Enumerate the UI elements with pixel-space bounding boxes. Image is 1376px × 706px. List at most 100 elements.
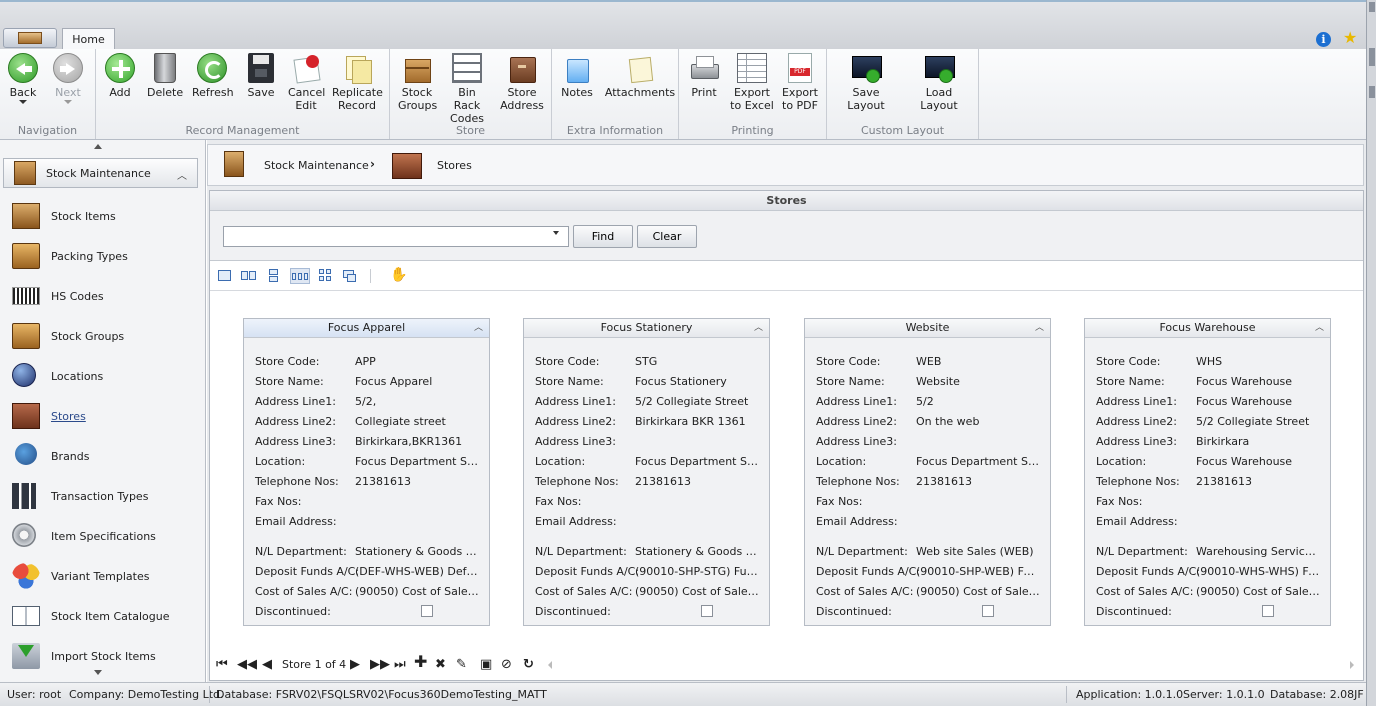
store-card-title[interactable]: Focus Apparel ︿ [244,319,489,338]
cancel-edit-icon [291,53,321,83]
nav-item-variant-templates[interactable]: Variant Templates [10,561,200,591]
nav-item-brands[interactable]: Brands [10,441,200,471]
store-address-button[interactable]: Store Address [500,53,544,112]
field-value: Birkirkara,BKR1361 [355,435,463,448]
customize-view-icon[interactable] [341,268,359,284]
delete-record-icon[interactable]: ✖ [435,658,446,672]
load-layout-button[interactable]: Load Layout [907,53,971,112]
export-excel-button[interactable]: Export to Excel [729,53,775,112]
chevron-down-icon[interactable] [553,231,559,235]
field-label: Address Line1: [535,395,616,408]
save-record-icon[interactable]: ▣ [480,658,492,672]
discontinued-checkbox[interactable] [421,605,433,617]
field-value: WHS [1196,355,1223,368]
export-pdf-button[interactable]: Export to PDF [779,53,821,112]
chevron-up-icon[interactable]: ︿ [1315,319,1324,337]
search-input[interactable] [223,226,569,247]
replicate-record-button[interactable]: Replicate Record [332,53,383,112]
application-menu-button[interactable] [3,28,57,48]
print-button[interactable]: Print [687,53,721,99]
field-row-name: Store Name: Focus Warehouse [1096,375,1322,389]
store-card[interactable]: Focus Warehouse ︿ Store Code: WHS Store Name… [1084,318,1331,626]
next-record-icon[interactable]: ▶ [350,658,360,672]
horizontal-scrollbar[interactable] [548,659,1354,671]
printer-icon [689,53,719,83]
stacked-view-icon[interactable] [265,268,283,284]
save-button[interactable]: Save [244,53,278,99]
nav-item-import-stock-items[interactable]: Import Stock Items [10,641,200,671]
star-icon[interactable]: ★ [1343,29,1357,47]
tab-home[interactable]: Home [62,28,115,51]
group-label: Store [455,124,486,137]
add-button[interactable]: Add [104,53,136,99]
last-record-icon[interactable]: ⏭ [394,658,406,672]
store-card[interactable]: Focus Apparel ︿ Store Code: APP Store Name: F… [243,318,490,626]
field-row-discontinued: Discontinued: [255,605,481,619]
field-label: Email Address: [535,515,617,528]
store-card-title[interactable]: Website ︿ [805,319,1050,338]
nav-item-stock-item-catalogue[interactable]: Stock Item Catalogue [10,601,200,631]
store-card[interactable]: Focus Stationery ︿ Store Code: STG Store Nam… [523,318,770,626]
two-column-view-icon[interactable] [240,268,258,284]
store-card-title[interactable]: Focus Stationery ︿ [524,319,769,338]
discontinued-checkbox[interactable] [982,605,994,617]
back-button[interactable]: Back [8,53,38,104]
nav-item-locations[interactable]: Locations [10,361,200,391]
field-row-email: Email Address: [255,515,481,529]
scroll-right-icon[interactable] [1350,661,1354,669]
field-value: Focus Apparel [355,375,433,388]
nav-item-item-specifications[interactable]: Item Specifications [10,521,200,551]
notes-button[interactable]: Notes [560,53,594,99]
field-row-fax: Fax Nos: [255,495,481,509]
field-value: (90050) Cost of Sales a/c [1196,585,1320,598]
grid-view-icon[interactable] [316,268,334,284]
field-row-fax: Fax Nos: [1096,495,1322,509]
edit-record-icon[interactable]: ✎ [456,658,467,672]
chevron-down-icon[interactable] [64,100,72,104]
discontinued-checkbox[interactable] [1262,605,1274,617]
refresh-button[interactable]: Refresh [192,53,234,99]
hand-pan-icon[interactable]: ✋ [390,267,407,285]
delete-button[interactable]: Delete [147,53,183,99]
scroll-up-icon[interactable] [94,144,102,149]
info-icon[interactable]: i [1316,32,1331,47]
add-record-icon[interactable]: ✚ [414,654,427,670]
clear-button[interactable]: Clear [637,225,697,248]
nav-item-stores[interactable]: Stores [10,401,200,431]
nav-item-transaction-types[interactable]: Transaction Types [10,481,200,511]
previous-page-icon[interactable]: ◀◀ [237,658,257,672]
chevron-down-icon[interactable] [19,100,27,104]
nav-item-stock-items[interactable]: Stock Items [10,201,200,231]
attachments-button[interactable]: Attachments [604,53,676,99]
nav-item-stock-groups[interactable]: Stock Groups [10,321,200,351]
multi-column-view-icon[interactable] [290,268,310,284]
cancel-record-icon[interactable]: ⊘ [501,658,512,672]
chevron-up-icon[interactable]: ︿ [754,319,763,337]
chevron-up-icon[interactable]: ︿ [1035,319,1044,337]
right-scroll-strip[interactable] [1366,0,1376,706]
nav-group-header[interactable]: Stock Maintenance ︿ [3,158,198,188]
first-record-icon[interactable]: ⏮ [216,658,228,672]
discontinued-checkbox[interactable] [701,605,713,617]
scroll-down-icon[interactable] [94,670,102,675]
next-button[interactable]: Next [53,53,83,104]
scroll-left-icon[interactable] [548,661,552,669]
group-label: Navigation [17,124,78,137]
next-page-icon[interactable]: ▶▶ [370,658,390,672]
cancel-edit-button[interactable]: Cancel Edit [288,53,325,112]
nav-item-hs-codes[interactable]: HS Codes [10,281,200,311]
chevron-up-icon[interactable]: ︿ [177,167,187,182]
find-button[interactable]: Find [573,225,633,248]
store-card-title[interactable]: Focus Warehouse ︿ [1085,319,1330,338]
previous-record-icon[interactable]: ◀ [262,658,272,672]
store-card[interactable]: Website ︿ Store Code: WEB Store Name: Website… [804,318,1051,626]
bin-rack-codes-button[interactable]: Bin Rack Codes [444,53,490,125]
single-view-icon[interactable] [216,268,234,284]
chevron-up-icon[interactable]: ︿ [474,319,483,337]
stock-groups-button[interactable]: Stock Groups [398,53,437,112]
save-layout-button[interactable]: Save Layout [833,53,899,112]
nav-item-packing-types[interactable]: Packing Types [10,241,200,271]
field-row-email: Email Address: [535,515,761,529]
refresh-icon[interactable]: ↻ [523,658,534,672]
breadcrumb-parent[interactable]: Stock Maintenance [264,159,369,172]
